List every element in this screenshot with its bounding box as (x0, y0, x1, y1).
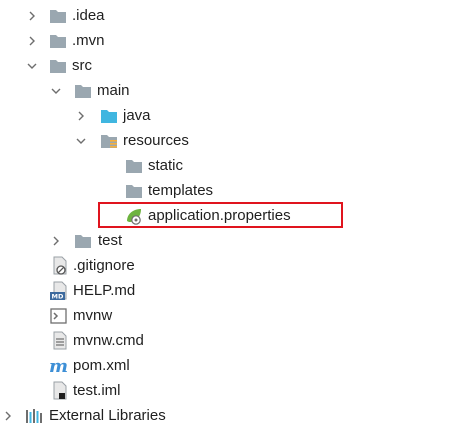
tree-item-label: .mvn (72, 32, 105, 49)
highlight-annotation-box (98, 202, 343, 228)
chevron-right-icon[interactable] (76, 111, 86, 121)
folder-icon (124, 156, 144, 176)
folder-icon (48, 56, 68, 76)
tree-item-help-md[interactable]: MD HELP.md (0, 279, 454, 304)
tree-item-label: .gitignore (73, 257, 135, 274)
project-tree: .idea .mvn src main java resources stati… (0, 0, 454, 429)
script-file-icon (49, 306, 69, 326)
chevron-down-icon[interactable] (51, 86, 61, 96)
tree-item-mvnw-cmd[interactable]: mvnw.cmd (0, 329, 454, 354)
folder-icon (124, 181, 144, 201)
ignore-file-icon (50, 256, 70, 276)
chevron-right-icon[interactable] (27, 36, 37, 46)
tree-item-mvnw[interactable]: mvnw (0, 304, 454, 329)
tree-item-label: .idea (72, 7, 105, 24)
resources-folder-icon (99, 131, 119, 151)
tree-item-idea[interactable]: .idea (0, 4, 454, 29)
chevron-down-icon[interactable] (27, 61, 37, 71)
tree-item-resources[interactable]: resources (0, 129, 454, 154)
chevron-right-icon[interactable] (51, 236, 61, 246)
tree-item-pom-xml[interactable]: m pom.xml (0, 354, 454, 379)
chevron-down-icon[interactable] (76, 136, 86, 146)
tree-item-main[interactable]: main (0, 79, 454, 104)
tree-item-label: templates (148, 182, 214, 199)
tree-item-label: test (98, 232, 123, 249)
tree-item-java[interactable]: java (0, 104, 454, 129)
tree-item-label: mvnw (73, 307, 113, 324)
tree-item-label: HELP.md (73, 282, 136, 299)
tree-item-templates[interactable]: templates (0, 179, 454, 204)
folder-icon (48, 6, 68, 26)
svg-text:MD: MD (52, 293, 64, 301)
tree-item-src[interactable]: src (0, 54, 454, 79)
tree-item-test[interactable]: test (0, 229, 454, 254)
libraries-icon (24, 406, 44, 426)
tree-item-static[interactable]: static (0, 154, 454, 179)
tree-item-label: mvnw.cmd (73, 332, 144, 349)
chevron-right-icon[interactable] (3, 411, 13, 421)
svg-text:m: m (49, 356, 68, 376)
folder-icon (73, 81, 93, 101)
folder-icon (73, 231, 93, 251)
iml-file-icon (50, 381, 70, 401)
folder-icon (48, 31, 68, 51)
tree-item-label: src (72, 57, 92, 74)
tree-item-label: java (123, 107, 151, 124)
tree-item-label: pom.xml (73, 357, 130, 374)
maven-icon: m (49, 356, 69, 376)
chevron-right-icon[interactable] (27, 11, 37, 21)
tree-item-label: resources (123, 132, 189, 149)
tree-item-mvn[interactable]: .mvn (0, 29, 454, 54)
tree-item-label: External Libraries (49, 407, 166, 424)
tree-item-test-iml[interactable]: test.iml (0, 379, 454, 404)
tree-item-gitignore[interactable]: .gitignore (0, 254, 454, 279)
tree-item-label: main (97, 82, 130, 99)
tree-item-external-libraries[interactable]: External Libraries (0, 404, 454, 429)
tree-item-label: test.iml (73, 382, 121, 399)
source-folder-icon (99, 106, 119, 126)
text-file-icon (50, 331, 70, 351)
tree-item-label: static (148, 157, 184, 174)
markdown-file-icon: MD (49, 281, 69, 301)
